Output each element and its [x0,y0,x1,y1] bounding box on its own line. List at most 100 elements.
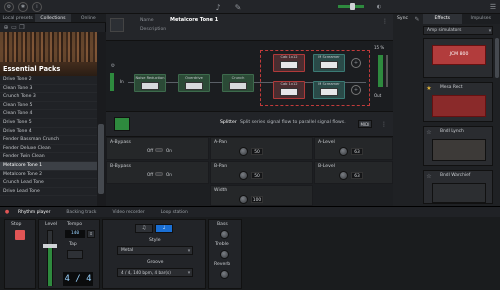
preset-list-item[interactable]: Drive Tone 4 [0,128,97,137]
tab-online[interactable]: Online [71,14,106,22]
style-dropdown[interactable]: Metal [117,246,193,255]
preset-list-item[interactable]: Fender Bassman Crunch [0,136,97,145]
add-icon[interactable]: ⊕ [3,24,9,31]
tempo-value[interactable]: 140 [65,230,85,238]
add-block-icon[interactable]: + [351,85,361,95]
preset-list-item[interactable]: Metalcore Tone 2 [0,171,97,180]
collection-banner[interactable]: Essential Packs [0,32,97,76]
menu-icon[interactable]: ☰ [488,2,498,12]
level-tempo-panel: Level Tempo 140 ⇕ Tap 4 / 4 [38,219,100,289]
split-b-screamer[interactable]: M Screamer [313,81,345,99]
star-outline-icon[interactable]: ☆ [426,129,432,136]
guitar-icon[interactable]: ✎ [232,1,244,13]
param-b-bypass: B-Bypass Off On [106,161,209,184]
effects-scrollbar[interactable] [495,38,499,78]
chevron-down-icon[interactable]: ▾ [185,246,193,255]
tap-button[interactable] [67,250,83,259]
b-level-knob[interactable] [339,171,348,180]
a-level-knob[interactable] [339,147,348,156]
b-bypass-toggle[interactable] [155,172,163,176]
info-icon[interactable]: i [32,2,42,12]
b-pan-value[interactable]: 50 [251,172,263,179]
tab-effects[interactable]: Effects [423,14,462,24]
amp-card-bndl-warchief[interactable]: ☆ Bndl Warchief [423,170,493,204]
volume-slider-handle[interactable] [350,3,355,10]
preset-list-item[interactable]: Crunch Tone 3 [0,93,97,102]
folder-icon[interactable]: ▭ [11,24,17,31]
preset-list-item[interactable]: Fender Twin Clean [0,153,97,162]
width-value[interactable]: 100 [251,196,263,203]
star-icon[interactable]: ★ [426,85,432,92]
output-fader[interactable] [386,55,388,87]
stop-button[interactable] [15,230,25,240]
chevron-down-icon[interactable]: ▾ [486,26,494,35]
split-b-cab[interactable]: Cab 1x12 [273,81,305,99]
preset-list-item[interactable]: Clean Tone 5 [0,102,97,111]
chain-block-overdrive[interactable]: Overdrive [178,74,210,92]
chain-block-crunch[interactable]: Crunch [222,74,254,92]
preferences-icon[interactable]: ✱ [18,2,28,12]
preset-list-item[interactable]: Clean Tone 3 [0,85,97,94]
chevron-down-icon[interactable]: ▾ [185,268,193,277]
star-outline-icon[interactable]: ☆ [426,173,432,180]
amp-card-bndl-lynch[interactable]: ☆ Bndl Lynch [423,126,493,166]
toggle-off-label: Off [147,172,154,177]
edit-icon[interactable]: ✎ [413,15,421,23]
b-pan-knob[interactable] [239,171,248,180]
treble-label: Treble [215,242,229,247]
chain-settings-icon[interactable]: ⚙ [108,61,118,71]
drum-mode-button[interactable]: ♩ [155,224,173,233]
bass-knob[interactable] [220,230,229,239]
bottom-panel: ● Rhythm player Backing track Video reco… [0,206,500,290]
split-a-cab[interactable]: Cab 1x12 [273,54,305,72]
width-knob[interactable] [239,195,248,204]
category-dropdown[interactable]: Amp simulators [423,26,493,35]
level-handle[interactable] [43,244,57,248]
tab-backing-track[interactable]: Backing track [58,210,104,215]
chain-block-noise-reduction[interactable]: Noise Reduction [134,74,166,92]
splitter-more-icon[interactable]: ⋮ [380,119,388,129]
a-bypass-toggle[interactable] [155,148,163,152]
reverb-knob[interactable] [220,270,229,279]
guitar-mode-button[interactable]: ♫ [135,224,153,233]
bass-label: Bass [217,222,228,227]
splitter-group[interactable]: Cab 1x12 M Screamer + Cab 1x12 M Screame… [260,50,370,106]
tab-loop-station[interactable]: Loop station [153,210,196,215]
b-level-value[interactable]: 63 [351,172,363,179]
toggle-on-label: On [166,172,172,177]
tab-local-presets[interactable]: Local presets [0,14,35,22]
preset-list-item[interactable]: Drive Tone 5 [0,119,97,128]
guitars-image [0,32,97,62]
preset-list-item[interactable]: Fender Deluxe Clean [0,145,97,154]
scrollbar-thumb[interactable] [98,124,104,194]
a-pan-value[interactable]: 50 [251,148,263,155]
a-level-value[interactable]: 63 [351,148,363,155]
groove-dropdown[interactable]: 4 / 4, 140 bpm, 4 bar(s) [117,268,193,277]
tuner-icon[interactable]: ♪ [212,1,224,13]
tempo-stepper[interactable]: ⇕ [87,230,95,238]
header-more-icon[interactable]: ⋮ [382,17,388,25]
tab-rhythm-player[interactable]: Rhythm player [10,210,58,215]
add-block-icon[interactable]: + [351,58,361,68]
copy-icon[interactable]: ❐ [19,24,25,31]
a-pan-knob[interactable] [239,147,248,156]
tab-video-recorder[interactable]: Video recorder [104,210,152,215]
settings-icon[interactable]: ⚙ [4,2,14,12]
midi-button[interactable]: MIDI [358,120,372,128]
preset-list-item[interactable]: Metalcore Tone 1 [0,161,97,171]
preset-list-item[interactable]: Crunch Lead Tone [0,179,97,188]
amp-card-jcm800[interactable]: JCM 800 [423,38,493,78]
sync-label[interactable]: Sync [397,16,408,21]
preset-list-item[interactable]: Clean Tone 4 [0,110,97,119]
preset-name[interactable]: Metalcore Tone 1 [170,17,218,23]
tab-collections[interactable]: Collections [35,14,71,22]
stop-label: Stop [11,222,22,227]
amp-card-mesa-rect[interactable]: ★ Mesa Rect [423,82,493,122]
split-a-screamer[interactable]: M Screamer [313,54,345,72]
treble-knob[interactable] [220,250,229,259]
preset-list-item[interactable]: Drive Lead Tone [0,188,97,197]
tab-impulses[interactable]: Impulses [462,14,500,24]
preset-list-item[interactable]: Drive Tone 2 [0,76,97,85]
in-label: In [120,79,124,84]
speaker-icon[interactable]: ◐ [374,2,384,12]
